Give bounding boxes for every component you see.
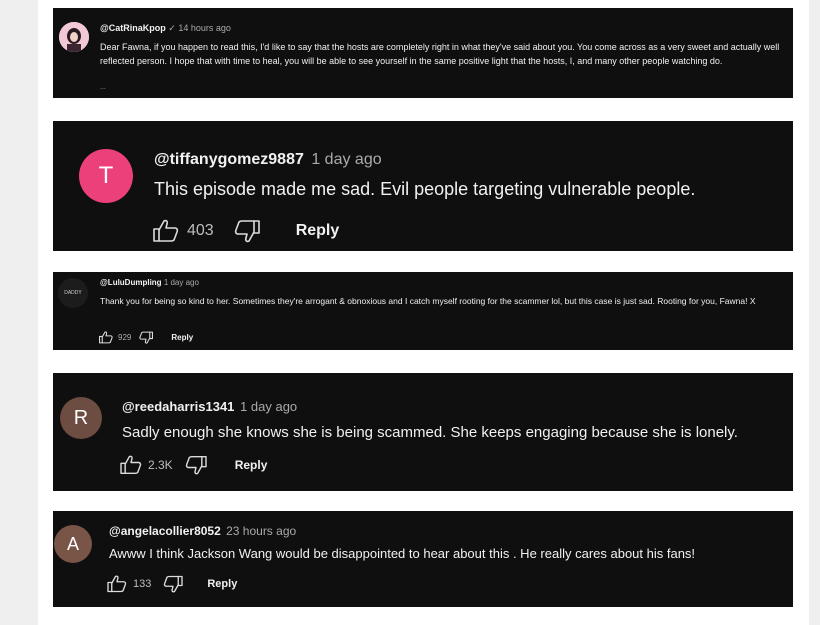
comment-author[interactable]: @reedaharris1341: [122, 399, 234, 414]
avatar-letter: A: [66, 533, 79, 554]
comment-text: This episode made me sad. Evil people ta…: [154, 179, 696, 199]
like-count: 2.3K: [148, 458, 173, 472]
avatar[interactable]: DADDY: [58, 278, 88, 308]
read-more[interactable]: ...: [100, 84, 106, 91]
avatar[interactable]: A: [54, 525, 92, 563]
like-count: 929: [118, 333, 132, 342]
comment-time[interactable]: 1 day ago: [164, 278, 199, 287]
thumbs-up-icon[interactable]: [99, 331, 113, 344]
comment-text: Thank you for being so kind to her. Some…: [100, 296, 756, 306]
avatar[interactable]: [59, 22, 89, 52]
thumbs-down-icon[interactable]: [163, 575, 184, 593]
thumbs-down-icon[interactable]: [234, 219, 260, 243]
reply-button[interactable]: Reply: [296, 222, 340, 240]
comment-time[interactable]: 23 hours ago: [226, 524, 296, 538]
comment-time[interactable]: 1 day ago: [240, 399, 297, 414]
reply-button[interactable]: Reply: [235, 458, 268, 472]
comment-author[interactable]: @angelacollier8052: [109, 524, 221, 538]
thumbs-up-icon[interactable]: [153, 219, 179, 243]
comment-time[interactable]: 1 day ago: [311, 151, 381, 168]
like-count: 133: [133, 578, 152, 590]
comment-text: Sadly enough she knows she is being scam…: [122, 424, 738, 441]
comment-card-reedaharris: R @reedaharris1341 1 day ago Sadly enoug…: [53, 373, 793, 491]
thumbs-up-icon[interactable]: [107, 575, 127, 593]
comment-card-angelacollier: A @angelacollier8052 23 hours ago Awww I…: [53, 511, 793, 607]
comment-text: Awww I think Jackson Wang would be disap…: [109, 546, 696, 561]
avatar-letter: R: [73, 406, 89, 429]
comment-card-luludumpling: DADDY @LuluDumpling 1 day ago Thank you …: [53, 272, 793, 350]
avatar-photo-icon: [59, 22, 89, 52]
comment-author[interactable]: @LuluDumpling: [100, 278, 162, 287]
comment-card-catrinakpop: @CatRinaKpop ✓ 14 hours ago Dear Fawna, …: [53, 8, 793, 98]
thumbs-down-icon[interactable]: [185, 455, 207, 475]
reply-button[interactable]: Reply: [171, 333, 193, 342]
thumbs-up-icon[interactable]: [120, 455, 142, 475]
comment-card-tiffanygomez: T @tiffanygomez9887 1 day ago This episo…: [53, 121, 793, 251]
comment-author[interactable]: @tiffanygomez9887: [154, 151, 304, 168]
comment-text: Dear Fawna, if you happen to read this, …: [100, 42, 780, 66]
avatar-letter: T: [98, 162, 114, 189]
verified-check-icon: ✓: [168, 23, 176, 33]
thumbs-down-icon[interactable]: [139, 331, 154, 344]
avatar[interactable]: T: [79, 149, 133, 203]
reply-button[interactable]: Reply: [207, 578, 237, 590]
avatar[interactable]: R: [60, 397, 102, 439]
comment-author[interactable]: @CatRinaKpop: [100, 23, 166, 33]
comment-time[interactable]: 14 hours ago: [178, 23, 231, 33]
avatar-text: DADDY: [64, 290, 82, 296]
like-count: 403: [187, 222, 214, 239]
